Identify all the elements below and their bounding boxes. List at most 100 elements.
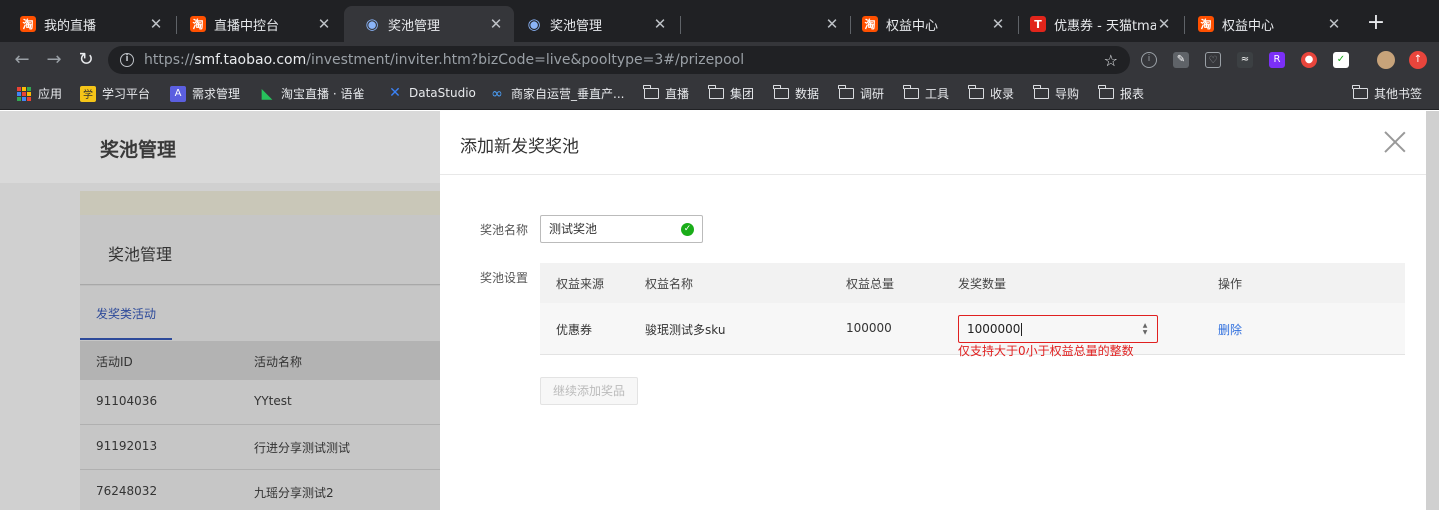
column-header: 发奖数量 [958, 277, 1007, 291]
close-icon[interactable]: ✕ [316, 15, 332, 33]
column-header: 活动ID [96, 355, 133, 369]
table-row[interactable]: 76248032 九瑶分享测试2 [80, 470, 440, 510]
bookmark-merchant[interactable]: ∞ 商家自运营_垂直产... [489, 85, 624, 102]
bookmark-requirements[interactable]: A 需求管理 [170, 85, 240, 102]
infinity-icon: ∞ [491, 85, 503, 102]
bookmark-folder-survey[interactable]: 调研 [838, 85, 884, 102]
new-tab-plus-icon[interactable]: + [1366, 12, 1386, 36]
taobao-icon: 淘 [1198, 16, 1214, 32]
yuque-icon: ◣ [261, 85, 273, 102]
reload-icon[interactable]: ↻ [74, 48, 98, 72]
bookmark-label: 数据 [795, 87, 820, 101]
activity-name: 行进分享测试测试 [254, 441, 351, 455]
bookmark-learning[interactable]: 学 学习平台 [80, 85, 150, 102]
bookmark-folder-collect[interactable]: 收录 [968, 85, 1014, 102]
back-arrow-icon[interactable]: ← [10, 48, 34, 72]
browser-tab-prize-pool[interactable]: ◉ 奖池管理 ✕ [506, 6, 678, 42]
add-prize-pool-drawer: 添加新发奖奖池 奖池名称 测试奖池 ✓ 奖池设置 权益来源 权益名称 权益总量 … [440, 111, 1426, 510]
browser-tab-blank[interactable]: ✕ [678, 6, 850, 42]
browser-tab-my-live[interactable]: 淘 我的直播 ✕ [0, 6, 174, 42]
bookmark-folder-data[interactable]: 数据 [773, 85, 819, 102]
bookmark-folder-live[interactable]: 直播 [643, 85, 689, 102]
background-card: 奖池管理 发奖类活动 活动ID 活动名称 91104036 YYtest 911… [80, 191, 440, 510]
browser-tab-coupon-tmall[interactable]: T 优惠券 - 天猫tmall ✕ [1010, 6, 1182, 42]
bookmark-folder-shopping[interactable]: 导购 [1033, 85, 1079, 102]
bookmark-other[interactable]: 其他书签 [1352, 85, 1422, 102]
bookmark-yuque[interactable]: ◣ 淘宝直播 · 语雀 [259, 85, 365, 102]
url-text: https://smf.taobao.com/investment/invite… [144, 52, 745, 68]
tab-title: 奖池管理 [550, 18, 603, 34]
bookmark-label: 应用 [38, 87, 63, 101]
pocket-icon[interactable]: ♡ [1205, 52, 1221, 68]
browser-tab-strip: 淘 我的直播 ✕ 淘 直播中控台 ✕ ◉ 奖池管理 ✕ ◉ 奖池管理 ✕ ✕ 淘… [0, 0, 1439, 42]
pool-settings-label: 奖池设置 [480, 271, 529, 285]
extension-info-icon[interactable]: i [1141, 52, 1157, 68]
extension-pen-icon[interactable]: ✎ [1173, 52, 1189, 68]
a-letter-icon: A [170, 85, 186, 102]
folder-icon [708, 85, 724, 102]
browser-toolbar: ← → ↻ i https://smf.taobao.com/investmen… [0, 42, 1439, 78]
extension-rp-icon[interactable]: R [1269, 52, 1285, 68]
table-row[interactable]: 91104036 YYtest [80, 380, 440, 425]
close-icon[interactable] [1384, 131, 1406, 153]
update-arrow-icon[interactable]: ↑ [1409, 51, 1427, 69]
table-row: 优惠券 骏珉测试多sku 100000 1000000 ▲ ▼ 仅支持大于0小于权… [540, 303, 1405, 358]
drawer-title: 添加新发奖奖池 [460, 137, 579, 157]
folder-icon [1098, 85, 1114, 102]
number-stepper-icon[interactable]: ▲ ▼ [1141, 322, 1149, 336]
bookmark-label: 需求管理 [192, 87, 241, 101]
bookmarks-bar: 应用 学 学习平台 A 需求管理 ◣ 淘宝直播 · 语雀 ✕ DataStudi… [0, 78, 1439, 110]
browser-tab-prize-pool-active[interactable]: ◉ 奖池管理 ✕ [344, 6, 514, 42]
bookmark-folder-reports[interactable]: 报表 [1098, 85, 1144, 102]
bookmark-folder-group[interactable]: 集团 [708, 85, 754, 102]
bookmark-apps[interactable]: 应用 [16, 85, 62, 102]
background-table-header: 活动ID 活动名称 [80, 341, 440, 380]
folder-icon [1033, 85, 1049, 102]
close-icon[interactable]: ✕ [1156, 15, 1172, 33]
drawer-edge-backdrop [1426, 111, 1439, 510]
close-icon[interactable]: ✕ [488, 15, 504, 33]
bookmark-label: 收录 [990, 87, 1015, 101]
award-quantity-input[interactable]: 1000000 ▲ ▼ [958, 315, 1158, 343]
browser-tab-live-console[interactable]: 淘 直播中控台 ✕ [170, 6, 342, 42]
column-header: 权益来源 [556, 277, 605, 291]
apps-grid-icon [16, 86, 32, 102]
tab-title: 权益中心 [1222, 18, 1275, 34]
address-bar[interactable]: i https://smf.taobao.com/investment/invi… [108, 46, 1130, 74]
profile-avatar[interactable] [1377, 51, 1395, 69]
extension-check-icon[interactable]: ✓ [1333, 52, 1349, 68]
bookmark-datastudio[interactable]: ✕ DataStudio [387, 85, 476, 101]
bookmark-label: 工具 [925, 87, 950, 101]
site-info-icon[interactable]: i [120, 53, 134, 67]
close-icon[interactable]: ✕ [1326, 15, 1342, 33]
close-icon[interactable]: ✕ [824, 15, 840, 33]
pool-name-input[interactable]: 测试奖池 ✓ [540, 215, 703, 243]
folder-icon [1352, 85, 1368, 102]
delete-link[interactable]: 删除 [1218, 321, 1242, 338]
bookmark-star-icon[interactable]: ☆ [1104, 51, 1118, 70]
forward-arrow-icon[interactable]: → [42, 48, 66, 72]
taobao-icon: 淘 [190, 16, 206, 32]
card-header: 奖池管理 [80, 215, 440, 285]
close-icon[interactable]: ✕ [652, 15, 668, 33]
pool-name-label: 奖池名称 [480, 223, 529, 237]
rights-total: 100000 [846, 321, 892, 335]
rights-name: 骏珉测试多sku [645, 323, 726, 337]
tab-award-activities[interactable]: 发奖类活动 [96, 305, 156, 322]
browser-tab-rights-center-2[interactable]: 淘 权益中心 ✕ [1178, 6, 1352, 42]
extension-chart-icon[interactable]: ≈ [1237, 52, 1253, 68]
extension-red-icon[interactable]: ● [1301, 52, 1317, 68]
bookmark-folder-tools[interactable]: 工具 [903, 85, 949, 102]
activity-name: YYtest [254, 394, 292, 408]
close-icon[interactable]: ✕ [148, 15, 164, 33]
learn-icon: 学 [80, 85, 96, 102]
bookmark-label: 淘宝直播 · 语雀 [281, 87, 365, 101]
table-row[interactable]: 91192013 行进分享测试测试 [80, 425, 440, 470]
taobao-icon: 淘 [20, 16, 36, 32]
activity-id: 91192013 [96, 439, 158, 453]
close-icon[interactable]: ✕ [990, 15, 1006, 33]
browser-tab-rights-center[interactable]: 淘 权益中心 ✕ [842, 6, 1016, 42]
add-more-prizes-button[interactable]: 继续添加奖品 [540, 377, 638, 405]
activity-id: 91104036 [96, 394, 158, 408]
bookmark-label: 商家自运营_垂直产... [511, 87, 625, 101]
